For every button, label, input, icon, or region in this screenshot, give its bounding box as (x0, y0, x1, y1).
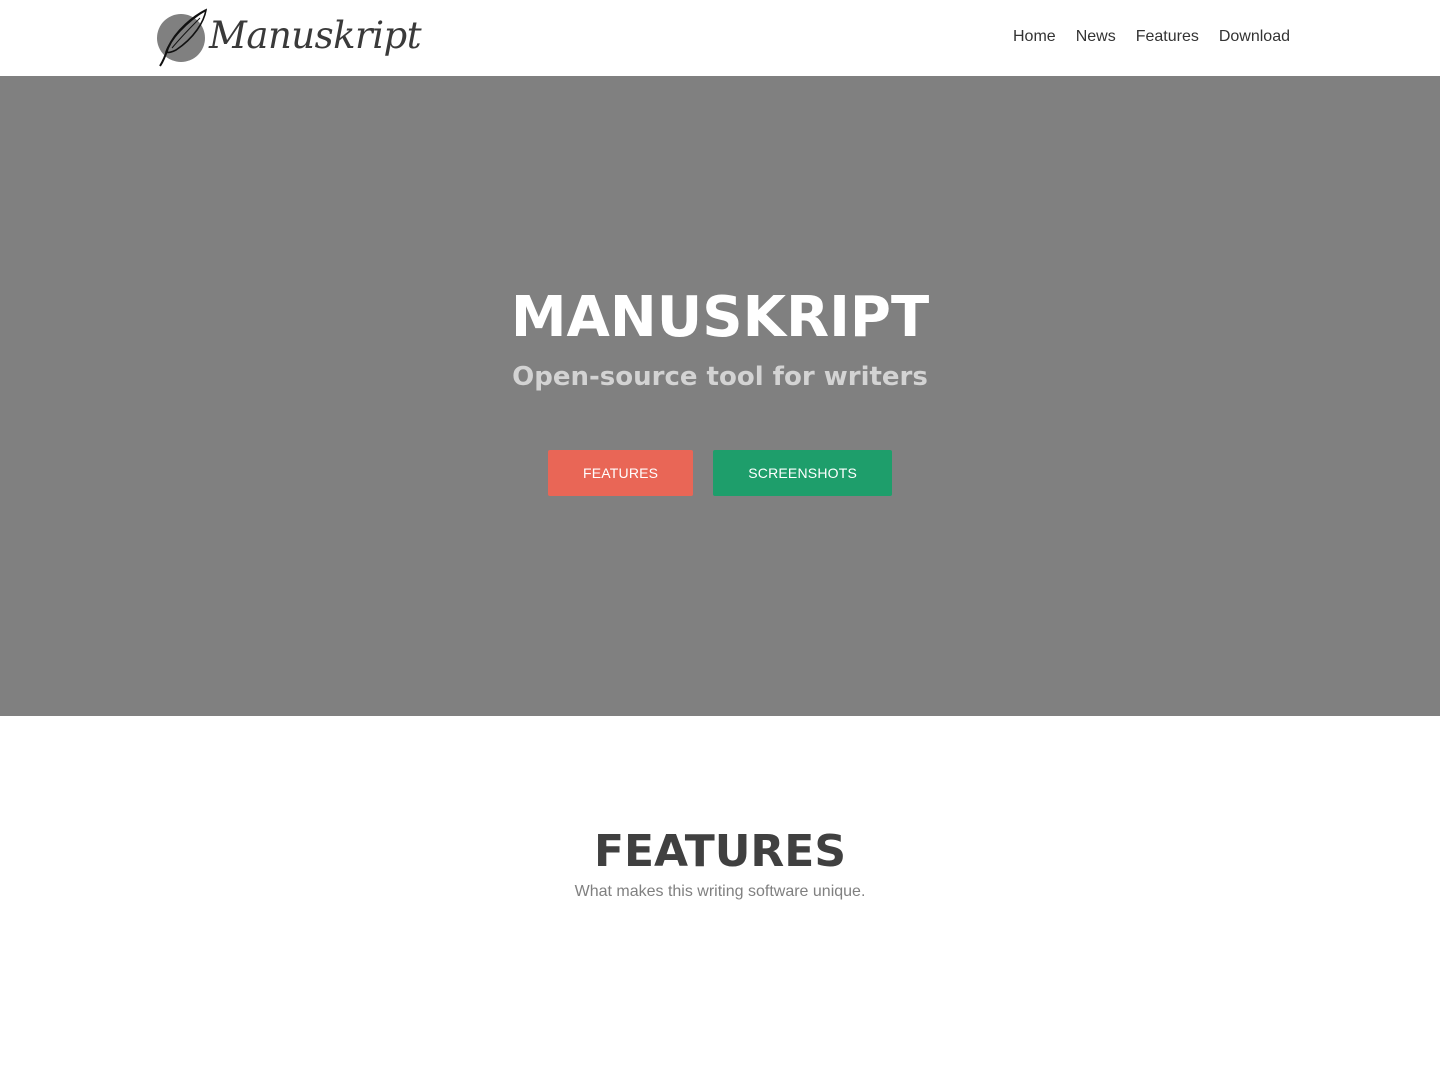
features-heading: FEATURES (593, 826, 847, 877)
site-header: Manuskript Home News Features Download (0, 0, 1440, 76)
nav-item: Download (1219, 26, 1290, 48)
features-button[interactable]: FEATURES (547, 450, 694, 496)
nav-item: Features (1136, 26, 1199, 48)
main-nav-list: Home News Features Download (1013, 26, 1290, 48)
nav-link-home[interactable]: Home (1013, 28, 1056, 45)
nav-link-download[interactable]: Download (1219, 28, 1290, 45)
hero-actions: FEATURES SCREENSHOTS (0, 450, 1440, 496)
hero-title: MANUSKRIPT (510, 285, 930, 350)
brand-logo-link[interactable]: Manuskript (154, 8, 422, 68)
nav-item: Home (1013, 26, 1056, 48)
nav-item: News (1076, 26, 1116, 48)
hero-section: MANUSKRIPT Open-source tool for writers … (0, 76, 1440, 716)
features-section: FEATURES What makes this writing softwar… (0, 716, 1440, 1080)
hero-subtitle: Open-source tool for writers (512, 362, 928, 392)
screenshots-button[interactable]: SCREENSHOTS (713, 450, 893, 496)
quill-icon (157, 8, 208, 67)
brand-wordmark: Manuskript (209, 14, 422, 57)
nav-link-features[interactable]: Features (1136, 28, 1199, 45)
features-subheading: What makes this writing software unique. (574, 883, 866, 900)
nav-link-news[interactable]: News (1076, 28, 1116, 45)
